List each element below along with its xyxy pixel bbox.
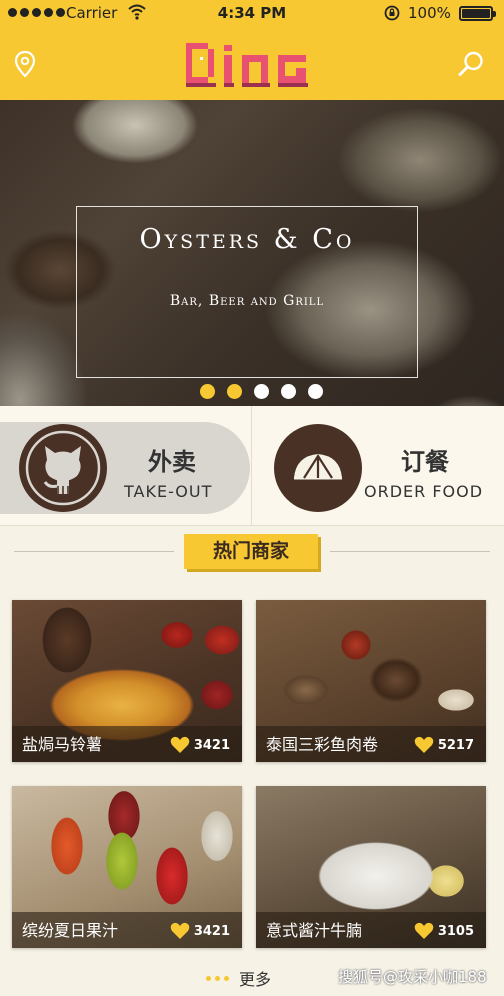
section-divider-right (330, 551, 490, 552)
restaurant-card[interactable]: 盐焗马铃薯 3421 (12, 600, 242, 762)
heart-icon[interactable] (414, 922, 434, 940)
battery-icon (459, 6, 496, 21)
banner-subtitle: Bar, Beer and Grill (169, 293, 325, 309)
section-divider-left (14, 551, 174, 552)
more-label: 更多 (239, 970, 272, 989)
pager-dot[interactable] (254, 384, 269, 399)
location-pin-icon[interactable] (10, 49, 40, 79)
more-button[interactable]: 更多 (206, 966, 271, 990)
status-bar: Carrier 4:34 PM 100% (0, 0, 504, 26)
brand-logo (186, 43, 308, 87)
restaurant-card[interactable]: 泰国三彩鱼肉卷 5217 (256, 600, 486, 762)
heart-icon[interactable] (170, 922, 190, 940)
service-divider (251, 406, 252, 526)
card-title: 意式酱汁牛腩 (266, 921, 363, 940)
card-title: 缤纷夏日果汁 (22, 921, 119, 940)
pager-dot[interactable] (200, 384, 215, 399)
service-buttons: 外卖 TAKE-OUT 订餐 ORDER FOOD (0, 406, 504, 526)
order-food-button[interactable]: 订餐 ORDER FOOD (258, 422, 504, 514)
battery-percentage: 100% (408, 4, 451, 22)
pager-dot[interactable] (281, 384, 296, 399)
takeout-label-en: TAKE-OUT (124, 482, 213, 501)
heart-icon[interactable] (170, 736, 190, 754)
like-count: 3421 (193, 924, 230, 939)
like-count: 3105 (437, 924, 474, 939)
takeout-label-cn: 外卖 (148, 448, 196, 476)
pager-dot[interactable] (227, 384, 242, 399)
promo-banner[interactable]: Oysters & Co Bar, Beer and Grill (0, 100, 504, 406)
banner-pager (200, 384, 323, 399)
more-dots-icon (206, 975, 229, 981)
restaurant-card[interactable]: 缤纷夏日果汁 3421 (12, 786, 242, 948)
restaurant-card[interactable]: 意式酱汁牛腩 3105 (256, 786, 486, 948)
github-octocat-icon (19, 424, 107, 512)
order-food-label-en: ORDER FOOD (364, 482, 484, 501)
like-count: 3421 (193, 738, 230, 753)
order-food-label-cn: 订餐 (401, 448, 449, 476)
card-title: 泰国三彩鱼肉卷 (266, 735, 379, 754)
like-count: 5217 (437, 738, 474, 753)
banner-title: Oysters & Co (139, 224, 355, 255)
card-title: 盐焗马铃薯 (22, 735, 103, 754)
takeout-button[interactable]: 外卖 TAKE-OUT (0, 422, 250, 514)
umbrella-dish-icon (274, 424, 362, 512)
top-navbar (0, 26, 504, 100)
app-screen: Carrier 4:34 PM 100% Oysters & Co Bar, B… (0, 0, 504, 996)
search-icon[interactable] (456, 49, 486, 79)
watermark: 搜狐号@玫采小咖188 (338, 968, 487, 986)
pager-dot[interactable] (308, 384, 323, 399)
heart-icon[interactable] (414, 736, 434, 754)
rotation-lock-icon (384, 5, 400, 21)
section-title: 热门商家 (184, 534, 318, 569)
